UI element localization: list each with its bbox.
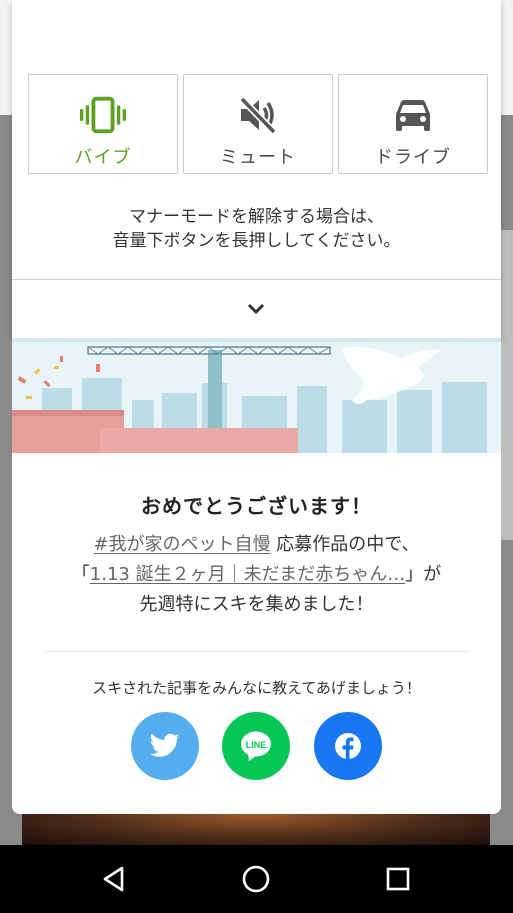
volume-off-icon bbox=[235, 95, 281, 135]
instruction-line-2: 音量下ボタンを長押ししてください。 bbox=[112, 231, 401, 251]
facebook-share-button[interactable] bbox=[314, 712, 382, 780]
mute-mode-button[interactable]: ミュート bbox=[183, 74, 333, 174]
quote-close: 」が bbox=[405, 564, 442, 585]
instruction-line-1: マナーモードを解除する場合は、 bbox=[129, 207, 384, 227]
dialog-title: おめでとうございます！ bbox=[141, 494, 372, 518]
chevron-down-icon bbox=[247, 303, 265, 315]
car-icon bbox=[390, 95, 436, 135]
share-prompt: スキされた記事をみんなに教えてあげましょう！ bbox=[92, 679, 421, 697]
dialog-divider bbox=[45, 651, 468, 652]
volume-panel: バイブ ミュート ドライブ マナーモードを解除する場合は、 音量下ボタンを長押し… bbox=[12, 0, 501, 338]
drive-label: ドライブ bbox=[375, 147, 451, 168]
twitter-share-button[interactable] bbox=[131, 712, 199, 780]
back-button[interactable] bbox=[94, 859, 134, 899]
hashtag-link[interactable]: #我が家のペット自慢 bbox=[93, 534, 270, 555]
mute-label: ミュート bbox=[220, 147, 296, 168]
line-icon: LINE bbox=[241, 731, 271, 761]
facebook-icon bbox=[335, 733, 361, 759]
home-icon bbox=[242, 865, 270, 893]
back-icon bbox=[103, 866, 124, 892]
celebration-illustration bbox=[12, 338, 501, 453]
expand-button[interactable] bbox=[238, 294, 274, 324]
line-share-button[interactable]: LINE bbox=[222, 712, 290, 780]
line-icon-text: LINE bbox=[246, 740, 267, 750]
background-card bbox=[500, 230, 513, 540]
message-suffix: 応募作品の中で、 bbox=[276, 534, 420, 555]
congrats-dialog: おめでとうございます！ #我が家のペット自慢 応募作品の中で、 「1.13 誕生… bbox=[12, 338, 501, 814]
navigation-bar bbox=[0, 845, 513, 913]
message-line-1: #我が家のペット自慢 応募作品の中で、 bbox=[12, 530, 501, 556]
manner-mode-instruction: マナーモードを解除する場合は、 音量下ボタンを長押ししてください。 bbox=[12, 205, 501, 253]
vibrate-icon bbox=[80, 95, 126, 135]
quote-open: 「 bbox=[71, 564, 90, 585]
background-photo bbox=[22, 812, 490, 845]
recent-apps-icon bbox=[386, 867, 410, 891]
drive-mode-button[interactable]: ドライブ bbox=[338, 74, 488, 174]
recent-apps-button[interactable] bbox=[378, 859, 418, 899]
vibrate-mode-button[interactable]: バイブ bbox=[28, 74, 178, 174]
article-link[interactable]: 1.13 誕生２ヶ月｜未だまだ赤ちゃん… bbox=[90, 564, 405, 585]
vibrate-label: バイブ bbox=[74, 147, 132, 168]
panel-divider bbox=[12, 279, 501, 280]
home-button[interactable] bbox=[236, 859, 276, 899]
message-line-2: 「1.13 誕生２ヶ月｜未だまだ赤ちゃん…」が bbox=[12, 560, 501, 586]
message-line-3: 先週特にスキを集めました！ bbox=[139, 594, 374, 615]
twitter-icon bbox=[150, 733, 180, 757]
